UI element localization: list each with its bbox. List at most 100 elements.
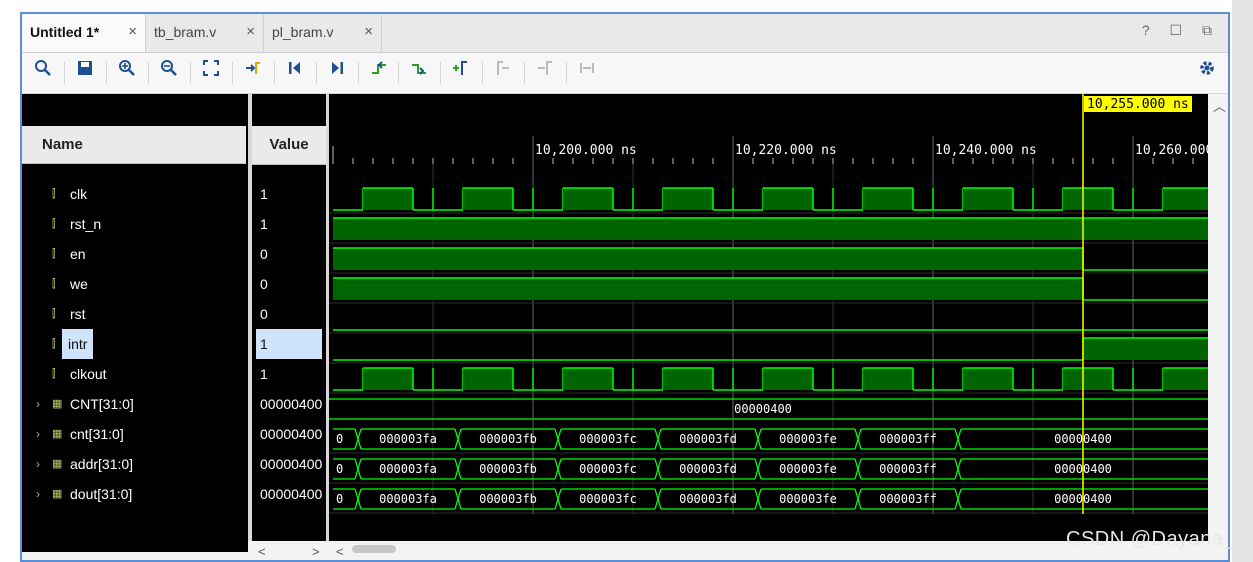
bus-signal-icon: ▦ <box>52 488 63 500</box>
vertical-scrollbar[interactable]: ︿ <box>1210 94 1228 552</box>
value-column-header[interactable]: Value <box>252 126 326 165</box>
ruler-label: 10,260.000 ns <box>1135 143 1208 158</box>
signal-value[interactable]: 1 <box>260 209 326 239</box>
expand-icon[interactable]: › <box>36 479 40 509</box>
signal-value[interactable]: 1 <box>260 179 326 209</box>
signal-row[interactable]: ⫿ rst <box>22 299 246 329</box>
signal-value[interactable]: 00000400 <box>260 419 326 449</box>
waveform-canvas[interactable]: 10,200.000 ns 10,220.000 ns 10,240.000 ns 1… <box>329 94 1208 541</box>
tab-label: Untitled 1* <box>30 24 100 40</box>
signal-row[interactable]: ⫿ clk <box>22 179 246 209</box>
clkout-high <box>363 368 413 390</box>
signal-row[interactable]: ⫿ we <box>22 269 246 299</box>
next-marker-icon[interactable] <box>532 59 558 85</box>
addr-bus-value: 000003fa <box>379 462 437 476</box>
CNT-bus-value: 00000400 <box>734 402 792 416</box>
name-panel: Name ⫿ clk ⫿ rst_n ⫿ en ⫿ we ⫿ rst ⫿ intr ⫿ clkout › ▦ C… <box>22 94 248 552</box>
signal-value[interactable]: 0 <box>260 239 326 269</box>
cnt-bus-value: 0 <box>336 432 343 446</box>
window-buttons[interactable]: ? ☐ ⧉ <box>1142 22 1220 39</box>
settings-icon[interactable] <box>1194 59 1220 85</box>
dout-bus-value: 000003fa <box>379 492 437 506</box>
rst-n-high <box>333 218 1208 240</box>
next-transition-icon[interactable] <box>406 59 432 85</box>
clk-high <box>1163 188 1208 210</box>
scroll-left-icon[interactable]: < <box>258 544 266 559</box>
signal-value[interactable]: 0 <box>260 269 326 299</box>
bus-signal-icon: ▦ <box>52 428 63 440</box>
cursor-time-label: 10,255.000 ns <box>1087 97 1189 112</box>
signal-name: CNT[31:0] <box>70 396 134 412</box>
scroll-left-icon[interactable]: < <box>336 544 344 559</box>
signal-row[interactable]: › ▦ dout[31:0] <box>22 479 246 509</box>
go-to-time-0-icon[interactable] <box>282 59 308 85</box>
cnt-bus-value: 000003fe <box>779 432 837 446</box>
go-to-last-time-icon[interactable] <box>324 59 350 85</box>
cnt-bus-value: 000003fa <box>379 432 437 446</box>
previous-transition-icon[interactable] <box>366 59 392 85</box>
signal-value[interactable]: 00000400 <box>260 479 326 509</box>
signal-value[interactable]: 1 <box>260 359 326 389</box>
zoom-out-icon[interactable] <box>156 59 182 85</box>
tab-pl-bram[interactable]: pl_bram.v × <box>264 14 382 52</box>
signal-row[interactable]: › ▦ cnt[31:0] <box>22 419 246 449</box>
signal-name: clk <box>70 186 88 202</box>
clk-high <box>763 188 813 210</box>
signal-row[interactable]: ⫿ rst_n <box>22 209 246 239</box>
clk-high <box>963 188 1013 210</box>
cnt-bus-value: 000003fc <box>579 432 637 446</box>
scroll-right-icon[interactable]: > <box>312 544 320 559</box>
save-icon[interactable] <box>72 59 98 85</box>
clk-high <box>863 188 913 210</box>
bit-signal-icon: ⫿ <box>52 278 56 290</box>
scrollbar-thumb[interactable] <box>352 545 396 553</box>
name-column-header[interactable]: Name <box>22 126 246 164</box>
signal-row[interactable]: › ▦ addr[31:0] <box>22 449 246 479</box>
expand-icon[interactable]: › <box>36 389 40 419</box>
signal-name: rst_n <box>70 216 102 232</box>
swap-cursors-icon[interactable] <box>574 59 600 85</box>
signal-value[interactable]: 00000400 <box>260 389 326 419</box>
signal-value[interactable]: 00000400 <box>260 449 326 479</box>
clkout-high <box>863 368 913 390</box>
clk-high <box>463 188 513 210</box>
dout-bus-value: 000003ff <box>879 492 937 506</box>
tab-untitled-1[interactable]: Untitled 1* × <box>22 14 146 52</box>
expand-icon[interactable]: › <box>36 449 40 479</box>
signal-row[interactable]: ⫿ en <box>22 239 246 269</box>
signal-row[interactable]: ⫿ clkout <box>22 359 246 389</box>
expand-icon[interactable]: › <box>36 419 40 449</box>
clk-high <box>363 188 413 210</box>
go-to-cursor-icon[interactable] <box>240 59 266 85</box>
clkout-high <box>1163 368 1208 390</box>
search-icon[interactable] <box>30 59 56 85</box>
dout-bus-value: 000003fe <box>779 492 837 506</box>
clkout-high <box>663 368 713 390</box>
tab-tb-bram[interactable]: tb_bram.v × <box>146 14 264 52</box>
signal-value[interactable]: 0 <box>260 299 326 329</box>
signal-name: en <box>70 246 86 262</box>
bus-signal-icon: ▦ <box>52 458 63 470</box>
close-icon[interactable]: × <box>246 14 255 50</box>
addr-bus-value: 000003fd <box>679 462 737 476</box>
previous-marker-icon[interactable] <box>490 59 516 85</box>
clk-high <box>1063 188 1113 210</box>
tab-label: pl_bram.v <box>272 24 334 40</box>
close-icon[interactable]: × <box>128 14 137 50</box>
bus-signal-icon: ▦ <box>52 398 63 410</box>
signal-value[interactable]: 1 <box>256 329 322 359</box>
waveform-window: Untitled 1* × tb_bram.v × pl_bram.v × ? … <box>20 12 1230 562</box>
intr-high <box>1083 338 1208 360</box>
dout-bus-value: 000003fc <box>579 492 637 506</box>
signal-name: clkout <box>70 366 107 382</box>
signal-row[interactable]: ⫿ intr <box>22 329 246 359</box>
cnt-bus-value: 000003ff <box>879 432 937 446</box>
zoom-fit-icon[interactable] <box>198 59 224 85</box>
add-marker-icon[interactable] <box>448 59 474 85</box>
clkout-high <box>463 368 513 390</box>
scroll-up-icon[interactable]: ︿ <box>1213 96 1226 115</box>
dout-bus-value: 0 <box>336 492 343 506</box>
close-icon[interactable]: × <box>364 14 373 50</box>
zoom-in-icon[interactable] <box>114 59 140 85</box>
signal-row[interactable]: › ▦ CNT[31:0] <box>22 389 246 419</box>
